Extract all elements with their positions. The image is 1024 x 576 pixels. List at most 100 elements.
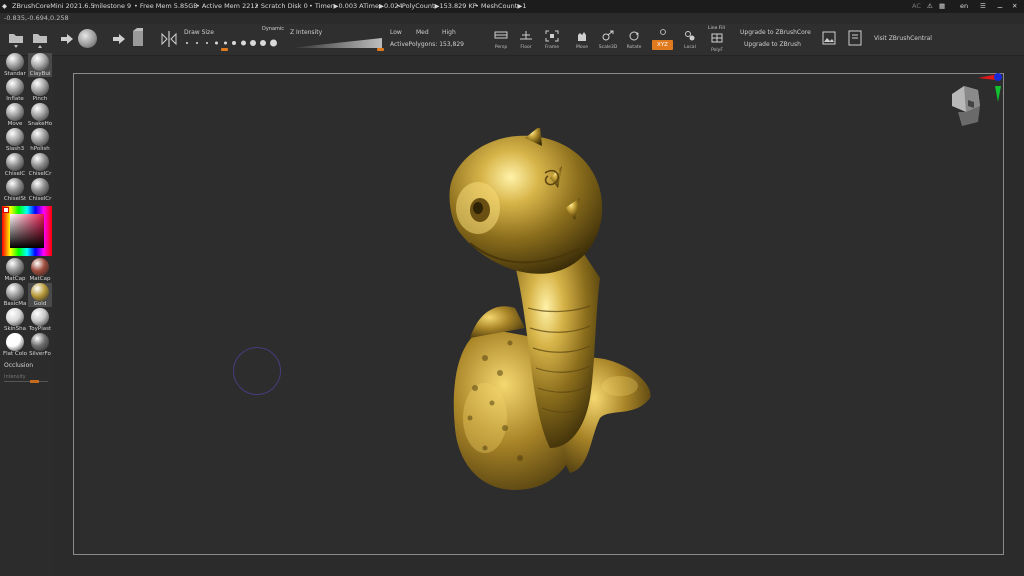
timer: • Timer▶0.003 ATime▶0.024 [309,2,403,10]
move-label: Move [575,45,589,50]
material-silverfo[interactable]: SilverFo [28,333,52,357]
floor-label: Floor [520,45,532,50]
scratch-disk: • Scratch Disk 0 [255,2,308,10]
navigation-cube[interactable] [944,72,1006,134]
y-axis-arrow [995,86,1001,102]
material-label: Gold [33,301,47,307]
dragon-model[interactable] [430,128,660,498]
brush-chiselc[interactable]: ChiselC [3,153,27,177]
material-matcap[interactable]: MatCap [3,258,27,282]
rotate-button[interactable]: Rotate [622,28,646,54]
material-label: MatCap [29,276,51,282]
move-icon [578,32,586,41]
local-icon [685,31,695,41]
upgrade-zbrushcore-link[interactable]: Upgrade to ZBrushCore [740,29,811,36]
rotate-icon [629,31,639,41]
frame-button[interactable]: Frame [540,28,564,54]
upgrade-zbrush-link[interactable]: Upgrade to ZBrush [744,41,801,48]
material-thumbnail-icon [31,333,49,351]
intensity-slider[interactable] [4,381,48,382]
material-flat-colo[interactable]: Flat Colo [3,333,27,357]
frame-icon [545,30,559,42]
brush-label: ChiselSt [3,196,27,202]
dynamic-toggle[interactable]: Dynamic [262,26,284,32]
material-thumbnail-icon [31,308,49,326]
brush-cursor [233,347,281,395]
brush-slash3[interactable]: Slash3 [3,128,27,152]
visit-zbrushcentral-link[interactable]: Visit ZBrushCentral [874,35,932,42]
intensity-label: Intensity [4,374,26,380]
brush-thumbnail-icon [31,53,49,71]
minimize-icon[interactable]: ⚊ [997,0,1003,13]
move-button[interactable]: Move [570,28,594,54]
brush-inflate[interactable]: Inflate [3,78,27,102]
material-skinsha[interactable]: SkinSha [3,308,27,332]
ac-indicator: AC [912,2,921,10]
material-gold[interactable]: Gold [28,283,52,307]
local-button[interactable]: Local [678,28,702,54]
density-high[interactable]: High [442,29,456,36]
material-label: BasicMa [3,301,27,307]
brush-pinch[interactable]: Pinch [28,78,52,102]
polyframe-icon [711,33,723,43]
draw-size-slider[interactable] [186,39,282,47]
material-thumbnail-icon [31,283,49,301]
floor-button[interactable]: Floor [514,28,538,54]
local-label: Local [684,45,696,50]
brush-chiselst[interactable]: ChiselSt [3,178,27,202]
notification-icon[interactable]: ⚠ [927,0,933,13]
polyf-button[interactable]: PolyF [705,31,729,57]
scale3d-button[interactable]: Scale3D [596,28,620,54]
brush-label: Slash3 [5,146,25,152]
density-med[interactable]: Med [416,29,429,36]
material-basicma[interactable]: BasicMa [3,283,27,307]
brush-thumbnail-icon [31,153,49,171]
brush-move[interactable]: Move [3,103,27,127]
color-saturation-square[interactable] [10,214,44,248]
document-icon[interactable] [848,30,862,46]
brush-thumbnail-icon [31,103,49,121]
active-polygons: ActivePolygons: 153,829 [390,41,465,48]
intensity-slider-knob[interactable] [30,380,39,383]
main-color-swatch[interactable] [3,207,9,213]
open-file-icon[interactable] [8,29,24,49]
material-label: SilverFo [29,351,51,357]
brush-claybui[interactable]: ClayBui [28,53,52,77]
app-logo-icon: ◆ [2,2,7,10]
brush-chiselcr[interactable]: ChiselCr [28,178,52,202]
title-bar: ◆ ZBrushCoreMini 2021.6.5 milestone 9 • … [0,0,1024,13]
brush-label: SnakeHo [27,121,53,127]
brush-chiselcr[interactable]: ChiselCr [28,153,52,177]
material-matcap[interactable]: MatCap [28,258,52,282]
material-toyplast[interactable]: ToyPlast [28,308,52,332]
persp-button[interactable]: Persp [489,28,513,54]
image-icon[interactable] [822,31,836,45]
current-tool-sphere[interactable] [78,29,97,48]
project-name: milestone 9 [93,2,132,10]
perspective-icon [494,31,508,39]
brush-standar[interactable]: Standar [3,53,27,77]
brush-snakeho[interactable]: SnakeHo [28,103,52,127]
symmetry-icon[interactable] [160,30,178,48]
cursor-coordinates: -0.835,-0.694,0.258 [4,14,69,22]
close-icon[interactable]: ✕ [1012,0,1017,13]
brush-label: Move [7,121,23,127]
language-selector[interactable]: en [960,0,968,13]
persp-label: Persp [494,45,508,50]
layout-icon[interactable]: ▦ [939,0,945,13]
xyz-button[interactable]: XYZ [652,40,673,50]
menu-icon[interactable]: ☰ [980,0,986,13]
texture-slot-icon[interactable] [131,28,145,48]
occlusion-label: Occlusion [4,362,34,369]
brush-label: hPolish [30,146,50,152]
meshcount: • MeshCount▶1 [475,2,527,10]
save-file-icon[interactable] [32,29,48,49]
brush-hpolish[interactable]: hPolish [28,128,52,152]
material-thumbnail-icon [31,258,49,276]
density-low[interactable]: Low [390,29,402,36]
brush-thumbnail-icon [6,103,24,121]
brush-label: ClayBui [29,71,51,77]
free-mem: • Free Mem 5.85GB [134,2,198,10]
color-picker[interactable] [2,206,52,256]
brush-thumbnail-icon [6,78,24,96]
